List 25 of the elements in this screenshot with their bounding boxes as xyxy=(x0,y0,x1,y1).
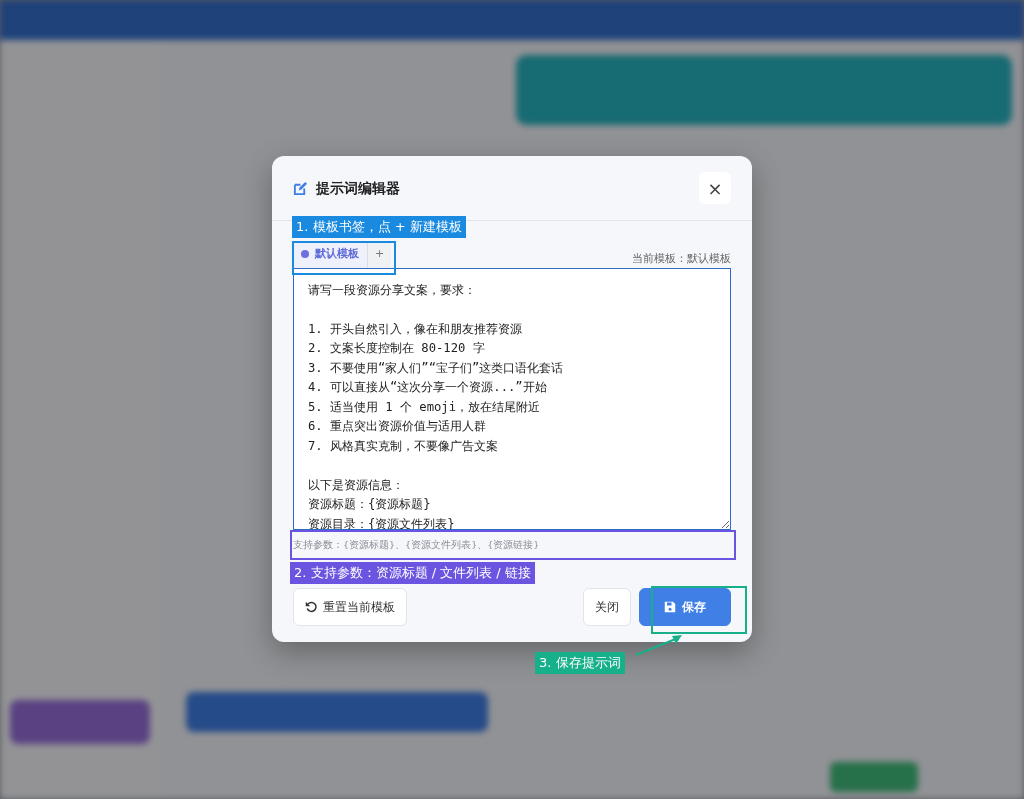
reset-icon xyxy=(305,601,317,613)
current-template-label: 当前模板：默认模板 xyxy=(632,251,731,267)
parameter-hint: 支持参数：{资源标题}、{资源文件列表}、{资源链接} xyxy=(293,537,541,552)
leader-line xyxy=(634,632,684,658)
close-button[interactable]: 关闭 xyxy=(583,588,631,626)
edit-icon xyxy=(293,180,308,196)
prompt-text-line: 以下是资源信息： xyxy=(308,476,404,494)
prompt-text-line: 1. 开头自然引入，像在和朋友推荐资源 xyxy=(308,320,522,338)
prompt-text-line: 7. 风格真实克制，不要像广告文案 xyxy=(308,437,498,455)
close-button[interactable]: × xyxy=(699,172,731,204)
modal-title: 提示词编辑器 xyxy=(316,178,400,198)
add-tab-button[interactable]: + xyxy=(367,241,392,268)
reset-button[interactable]: 重置当前模板 xyxy=(293,588,407,626)
prompt-text-line: 4. 可以直接从“这次分享一个资源...”开始 xyxy=(308,379,547,396)
annotation-label: 1. 模板书签，点 + 新建模板 xyxy=(292,216,466,238)
prompt-text-line: 2. 文案长度控制在 80-120 字 xyxy=(308,340,485,357)
annotation-label: 3. 保存提示词 xyxy=(535,652,625,674)
prompt-text-line: 资源标题：{资源标题} xyxy=(308,496,431,513)
template-tab[interactable]: 默认模板 xyxy=(293,241,367,268)
prompt-text-line: 6. 重点突出资源价值与适用人群 xyxy=(308,418,486,435)
prompt-text-line: 3. 不要使用“家人们”“宝子们”这类口语化套话 xyxy=(308,359,564,377)
prompt-text-line: 请写一段资源分享文案，要求： xyxy=(308,281,476,299)
save-button[interactable]: 保存 xyxy=(639,588,731,626)
annotation-label: 2. 支持参数：资源标题 / 文件列表 / 链接 xyxy=(290,562,535,584)
prompt-text-line: 5. 适当使用 1 个 emoji，放在结尾附近 xyxy=(308,398,541,416)
